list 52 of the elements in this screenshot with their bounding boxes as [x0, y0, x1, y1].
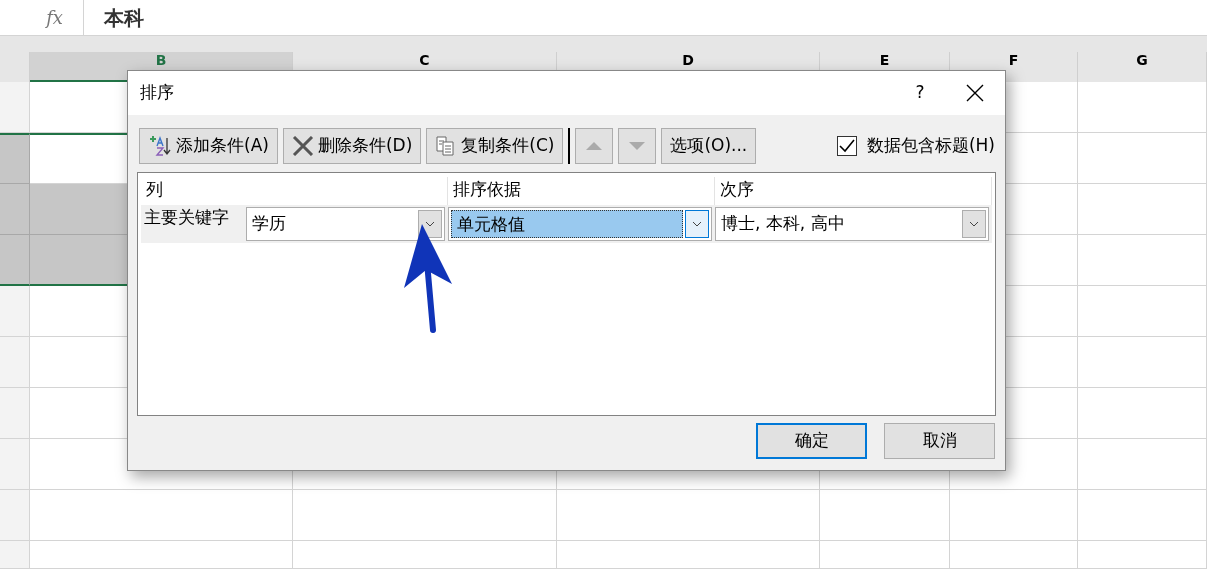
grid-cell[interactable]	[1078, 337, 1207, 388]
column-heading: 次序	[720, 179, 754, 199]
dropdown[interactable]: 博士, 本科, 高中	[715, 207, 989, 241]
row-header[interactable]	[0, 184, 30, 235]
move-down-icon	[628, 141, 647, 151]
function-label[interactable]: fx	[0, 0, 84, 35]
move-up-icon	[585, 141, 604, 151]
add-level-button[interactable]: 添加条件(A)	[139, 128, 278, 164]
checkbox-label[interactable]: 数据包含标题(H)	[866, 133, 995, 159]
dropdown[interactable]: 学历	[246, 207, 445, 241]
delete-level-button[interactable]: 删除条件(D)	[282, 128, 422, 164]
copy-level-button[interactable]: 复制条件(C)	[426, 128, 564, 164]
ok-button[interactable]: 确定	[756, 423, 867, 459]
select-all-corner[interactable]	[0, 52, 30, 82]
close-icon[interactable]	[966, 84, 984, 102]
chevron-down-icon	[425, 221, 435, 227]
options-button[interactable]: 选项(O)...	[661, 128, 757, 164]
checkbox[interactable]	[836, 136, 857, 156]
chevron-down-icon	[692, 221, 702, 227]
column-heading: 列	[146, 179, 163, 199]
grid-cell[interactable]	[950, 541, 1078, 569]
grid-cell[interactable]	[1078, 235, 1207, 286]
grid-cell[interactable]	[820, 541, 950, 569]
grid-cell[interactable]	[30, 490, 293, 541]
column-heading: 排序依据	[453, 179, 521, 199]
delete-icon	[291, 136, 314, 156]
dropdown[interactable]: 单元格值	[448, 207, 712, 241]
grid-cell[interactable]	[1078, 82, 1207, 133]
help-button[interactable]: ?	[895, 80, 945, 106]
row-label: 主要关键字	[144, 207, 229, 227]
grid-cell[interactable]	[293, 541, 557, 569]
formula-value[interactable]: 本科	[84, 0, 144, 35]
grid-cell[interactable]	[1078, 286, 1207, 337]
grid-cell[interactable]	[293, 490, 557, 541]
grid-cell[interactable]	[30, 541, 293, 569]
column-header[interactable]: G	[1078, 52, 1207, 82]
row-header[interactable]	[0, 235, 30, 286]
grid-cell[interactable]	[557, 490, 820, 541]
row-header[interactable]	[0, 133, 30, 184]
grid-cell[interactable]	[1078, 541, 1207, 569]
grid-cell[interactable]	[1078, 133, 1207, 184]
sort-add-icon	[148, 135, 172, 157]
grid-cell[interactable]	[557, 541, 820, 569]
grid-cell[interactable]	[1078, 388, 1207, 439]
grid-cell[interactable]	[1078, 184, 1207, 235]
chevron-down-icon	[969, 221, 979, 227]
dialog-title: 排序	[140, 81, 175, 105]
grid-cell[interactable]	[820, 490, 950, 541]
grid-cell[interactable]	[1078, 439, 1207, 490]
grid-cell[interactable]	[1078, 490, 1207, 541]
cancel-button[interactable]: 取消	[884, 423, 995, 459]
grid-cell[interactable]	[950, 490, 1078, 541]
